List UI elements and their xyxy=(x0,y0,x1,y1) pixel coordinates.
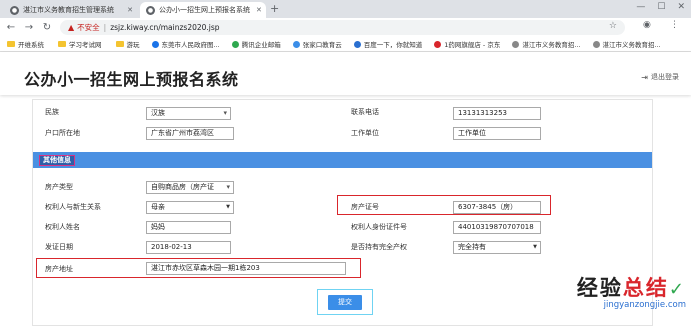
new-tab-icon[interactable]: + xyxy=(270,2,279,16)
close-tab-icon[interactable]: ✕ xyxy=(250,6,262,14)
bookmark-item[interactable]: 张家口教育云 xyxy=(292,39,342,49)
site-header: 公办小一招生网上预报名系统 ⇥ 退出登录 xyxy=(0,52,691,95)
site-icon xyxy=(292,40,300,48)
bookmark-item[interactable]: 湛江市义务教育招... xyxy=(512,39,581,49)
logout-label: 退出登录 xyxy=(651,73,679,81)
site-icon xyxy=(434,40,442,48)
folder-icon xyxy=(7,41,15,47)
issue-date-label: 发证日期 xyxy=(45,243,73,251)
owner-id-label: 权利人身份证件号 xyxy=(351,223,407,231)
bookmark-item[interactable]: 百度一下，你就知道 xyxy=(353,39,423,49)
checkmark-icon: ✓ xyxy=(668,279,686,300)
back-icon[interactable]: ← xyxy=(4,22,18,33)
site-icon xyxy=(512,40,520,48)
window-controls: — ☐ ✕ xyxy=(636,2,685,12)
bookmark-item[interactable]: 东莞市人民政府图... xyxy=(151,39,220,49)
folder-icon xyxy=(115,41,124,47)
hukou-label: 户口所在地 xyxy=(45,129,80,137)
watermark: 经验总结✓ jingyanzongjie.com xyxy=(577,272,686,310)
owner-relation-select[interactable]: 母亲 xyxy=(146,201,234,214)
watermark-black-text: 经验 xyxy=(576,276,623,300)
bookmark-label: 东莞市人民政府图... xyxy=(161,41,220,49)
bookmark-label: 学习考试网 xyxy=(69,41,102,49)
profile-icon[interactable]: ◉ xyxy=(643,20,651,30)
owner-relation-label: 权利人与新生关系 xyxy=(45,203,101,211)
property-type-select[interactable]: 自购商品房（房产证 xyxy=(146,181,234,194)
bookmark-item[interactable]: 学习考试网 xyxy=(58,39,102,49)
browser-toolbar: ← → ↻ ▲ 不安全 | zsjz.kiway.cn/mainzs2020.j… xyxy=(0,18,691,37)
address-input[interactable]: 湛江市赤坎区草森木园一期1栋203 xyxy=(146,262,346,275)
tab-title: 湛江市义务教育招生管理系统 xyxy=(23,6,114,14)
bookmark-label: 湛江市义务教育招... xyxy=(602,41,661,49)
address-bar[interactable]: ▲ 不安全 | zsjz.kiway.cn/mainzs2020.jsp ☆ xyxy=(60,20,625,35)
employer-input[interactable]: 工作单位 xyxy=(453,127,541,140)
bookmark-item[interactable]: 湛江市义务教育招... xyxy=(592,39,661,49)
folder-icon xyxy=(58,41,66,47)
bookmark-label: 腾讯企业邮箱 xyxy=(241,41,281,49)
bookmark-star-icon[interactable]: ☆ xyxy=(609,21,617,31)
menu-icon[interactable]: ⋮ xyxy=(670,20,679,30)
bookmark-item[interactable]: 1药网旗舰店 - 京东 xyxy=(434,39,500,49)
hukou-input[interactable]: 广东省广州市荔湾区 xyxy=(146,127,234,140)
phone-input[interactable]: 13131313253 xyxy=(453,107,541,120)
tab-title: 公办小一招生网上预报名系统 xyxy=(159,6,250,14)
reload-icon[interactable]: ↻ xyxy=(40,22,54,33)
watermark-main: 经验总结✓ xyxy=(577,272,686,302)
browser-tab[interactable]: ● 湛江市义务教育招生管理系统 ✕ xyxy=(4,2,139,18)
ethnicity-label: 民族 xyxy=(45,108,59,116)
close-tab-icon[interactable]: ✕ xyxy=(121,6,133,14)
forward-icon[interactable]: → xyxy=(22,22,36,33)
minimize-icon[interactable]: — xyxy=(636,2,645,12)
site-icon xyxy=(592,40,600,48)
full-ownership-label: 是否持有完全产权 xyxy=(351,243,407,251)
logout-icon: ⇥ xyxy=(641,72,648,82)
warning-icon: ▲ xyxy=(68,23,75,32)
employer-label: 工作单位 xyxy=(351,129,379,137)
issue-date-input[interactable]: 2018-02-13 xyxy=(146,241,231,254)
owner-name-label: 权利人姓名 xyxy=(45,223,80,231)
bookmark-label: 湛江市义务教育招... xyxy=(522,41,581,49)
property-type-label: 房产类型 xyxy=(45,183,73,191)
separator: | xyxy=(103,23,107,32)
site-icon xyxy=(151,40,159,48)
bookmark-label: 张家口教育云 xyxy=(302,41,342,49)
full-ownership-select[interactable]: 完全持有 xyxy=(453,241,541,254)
bookmark-label: 开维系统 xyxy=(18,41,44,49)
site-icon xyxy=(231,40,239,48)
property-cert-input[interactable]: 6307-3845（房） xyxy=(453,201,541,214)
logout-link[interactable]: ⇥ 退出登录 xyxy=(641,72,679,82)
site-favicon-icon: ● xyxy=(146,5,155,15)
section-title: 其他信息 xyxy=(39,155,75,166)
registration-form: 民族 汉族 联系电话 13131313253 户口所在地 广东省广州市荔湾区 工… xyxy=(32,99,653,326)
ethnicity-select[interactable]: 汉族 xyxy=(146,107,231,120)
maximize-icon[interactable]: ☐ xyxy=(657,2,665,12)
bookmark-item[interactable]: 游玩 xyxy=(115,39,140,49)
browser-tab-strip: ● 湛江市义务教育招生管理系统 ✕ ● 公办小一招生网上预报名系统 ✕ + — … xyxy=(0,0,691,18)
submit-button[interactable]: 提交 xyxy=(328,295,362,310)
close-window-icon[interactable]: ✕ xyxy=(677,2,685,12)
section-header-other-info: 其他信息 xyxy=(33,152,652,168)
bookmark-item[interactable]: 开维系统 xyxy=(7,39,44,49)
owner-id-input[interactable]: 44010319870707018 xyxy=(453,221,541,234)
site-favicon-icon: ● xyxy=(10,5,19,15)
bookmark-label: 游玩 xyxy=(126,41,140,49)
page-title: 公办小一招生网上预报名系统 xyxy=(24,70,239,89)
owner-name-input[interactable]: 妈妈 xyxy=(146,221,231,234)
security-label: 不安全 xyxy=(77,23,100,32)
address-label: 房产地址 xyxy=(45,265,73,273)
bookmark-label: 1药网旗舰店 - 京东 xyxy=(444,41,501,49)
property-cert-label: 房产证号 xyxy=(351,203,379,211)
url-text: zsjz.kiway.cn/mainzs2020.jsp xyxy=(110,23,220,32)
bookmark-label: 百度一下，你就知道 xyxy=(363,41,423,49)
bookmarks-bar: 开维系统 学习考试网 游玩 东莞市人民政府图... 腾讯企业邮箱 张家口教育云 … xyxy=(0,37,691,52)
watermark-red-text: 总结 xyxy=(622,276,669,300)
security-indicator[interactable]: ▲ 不安全 xyxy=(68,22,100,33)
phone-label: 联系电话 xyxy=(351,108,379,116)
bookmark-item[interactable]: 腾讯企业邮箱 xyxy=(231,39,281,49)
site-icon xyxy=(353,40,361,48)
browser-tab-active[interactable]: ● 公办小一招生网上预报名系统 ✕ xyxy=(140,2,266,18)
